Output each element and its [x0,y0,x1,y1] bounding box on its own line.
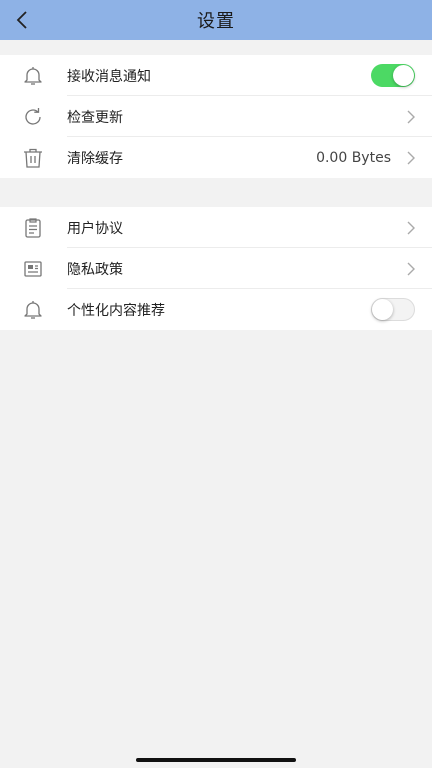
chevron-right-icon [404,150,418,166]
header-bar: 设置 [0,0,432,40]
chevron-right-icon [404,261,418,277]
row-user-agreement[interactable]: 用户协议 [0,207,432,248]
chevron-right-icon [404,220,418,236]
chevron-left-icon [16,11,27,29]
settings-group-notifications: 接收消息通知 检查更新 清除缓存 0.00 Bytes [0,55,432,178]
row-check-update[interactable]: 检查更新 [0,96,432,137]
settings-group-legal: 用户协议 隐私政策 个性化内容推荐 [0,207,432,330]
bell-icon [20,63,46,89]
row-label: 清除缓存 [67,150,123,167]
refresh-icon [20,104,46,130]
toggle-knob [372,299,393,320]
page-title: 设置 [197,11,235,32]
row-privacy-policy[interactable]: 隐私政策 [0,248,432,289]
row-personalized-recommendations[interactable]: 个性化内容推荐 [0,289,432,330]
row-label: 隐私政策 [67,261,123,278]
row-message-notifications[interactable]: 接收消息通知 [0,55,432,96]
row-clear-cache[interactable]: 清除缓存 0.00 Bytes [0,137,432,178]
notifications-toggle[interactable] [371,64,415,87]
document-icon [20,215,46,241]
personalization-toggle[interactable] [371,298,415,321]
row-label: 检查更新 [67,109,123,126]
chevron-right-icon [404,109,418,125]
home-indicator [136,758,296,762]
cache-size-value: 0.00 Bytes [316,149,391,166]
back-button[interactable] [6,4,38,36]
toggle-knob [393,65,414,86]
bell-icon [20,297,46,323]
row-label: 用户协议 [67,220,123,237]
row-label: 接收消息通知 [67,68,151,85]
id-card-icon [20,256,46,282]
row-label: 个性化内容推荐 [67,302,165,319]
trash-icon [20,145,46,171]
